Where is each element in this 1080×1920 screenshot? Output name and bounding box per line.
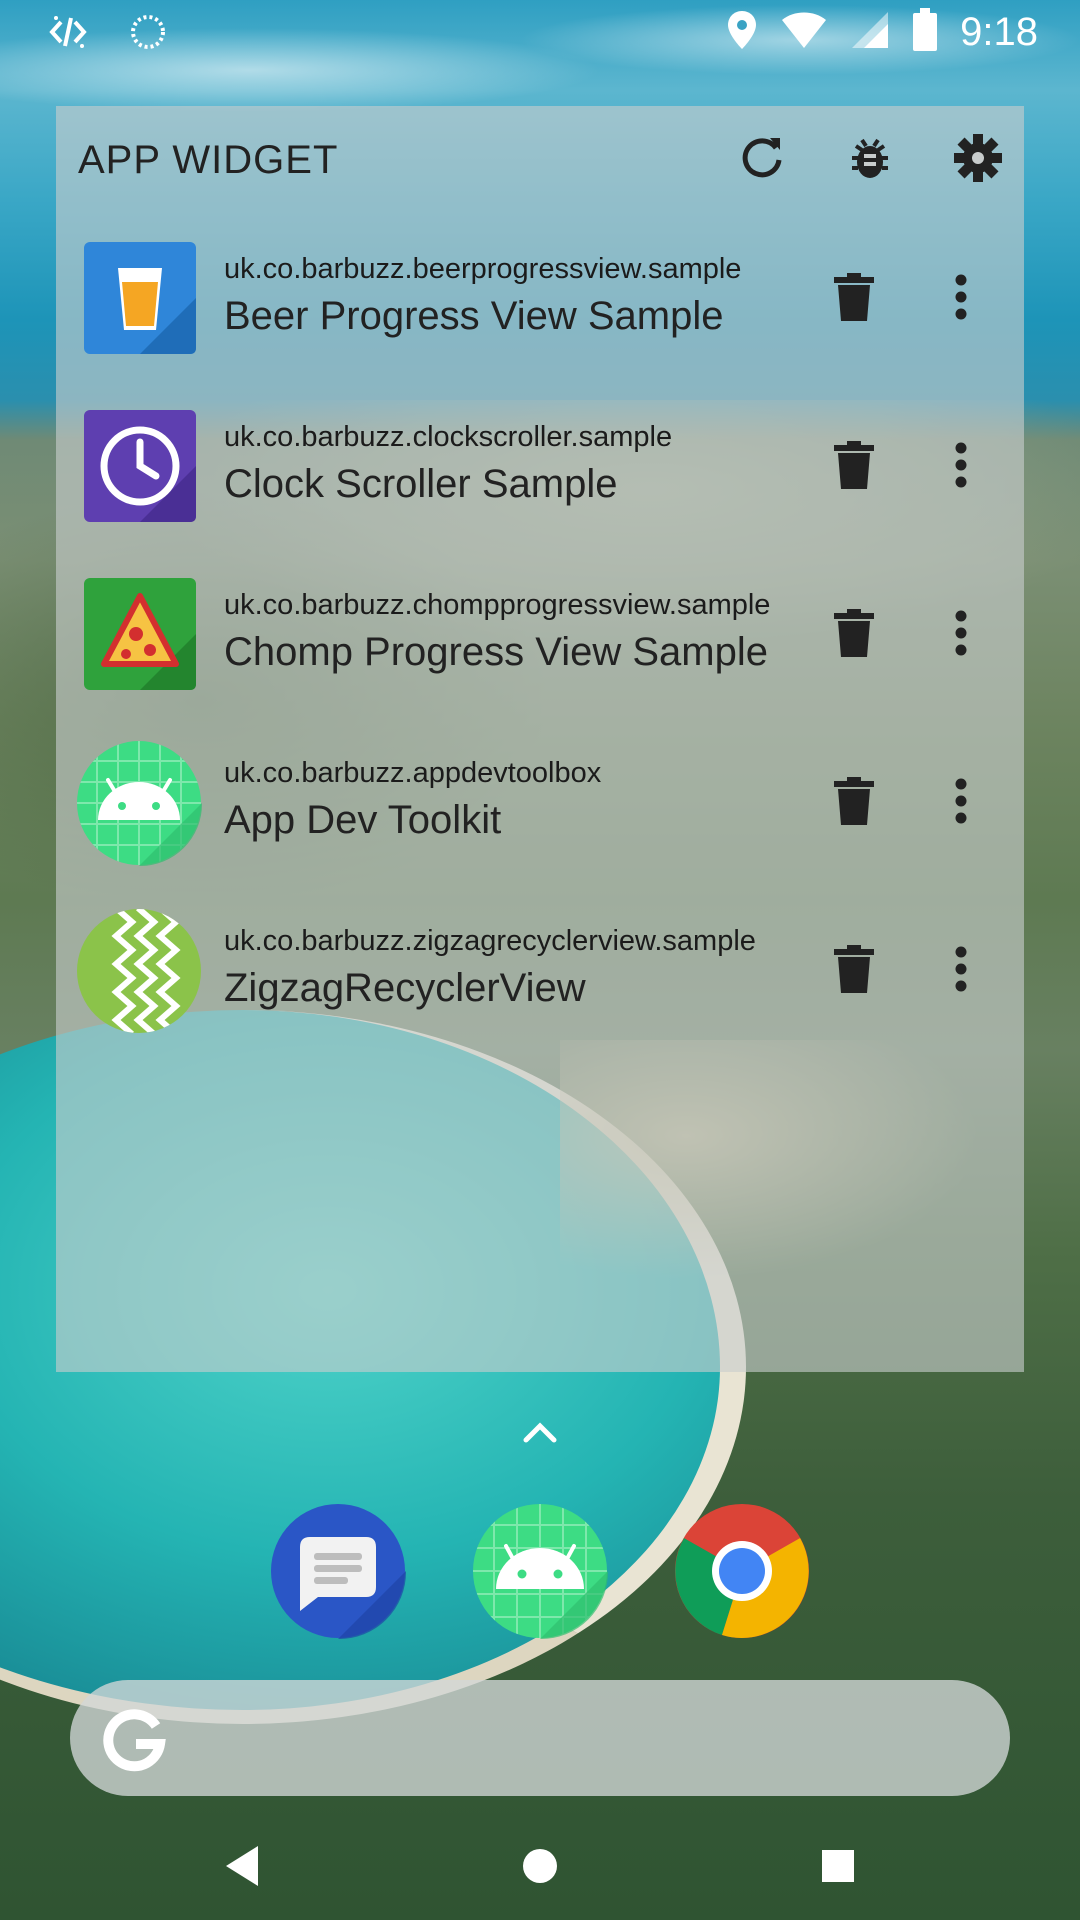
app-row-toolkit[interactable]: uk.co.barbuzz.appdevtoolbox App Dev Tool… — [56, 720, 1024, 888]
app-widget: APP WIDGET uk.co.barbuzz.beerprogressvie… — [56, 106, 1024, 1372]
recents-icon — [820, 1848, 856, 1888]
app-drawer-handle[interactable] — [516, 1414, 564, 1450]
app-name: Chomp Progress View Sample — [224, 630, 768, 674]
trash-icon — [834, 441, 874, 493]
zigzag-icon — [76, 908, 202, 1034]
more-options-button[interactable] — [936, 264, 986, 334]
back-button[interactable] — [212, 1838, 272, 1898]
google-search-bar[interactable] — [70, 1680, 1010, 1796]
chrome-icon — [674, 1504, 810, 1643]
status-bar: 9:18 — [0, 0, 1080, 63]
app-package: uk.co.barbuzz.clockscroller.sample — [224, 421, 673, 453]
app-package: uk.co.barbuzz.zigzagrecyclerview.sample — [224, 925, 756, 957]
app-row-chomp[interactable]: uk.co.barbuzz.chompprogressview.sample C… — [56, 552, 1024, 720]
more-vert-icon — [954, 610, 968, 660]
more-options-button[interactable] — [936, 600, 986, 670]
home-button[interactable] — [510, 1838, 570, 1898]
app-row-clock[interactable]: uk.co.barbuzz.clockscroller.sample Clock… — [56, 384, 1024, 552]
delete-button[interactable] — [824, 432, 884, 502]
trash-icon — [834, 609, 874, 661]
home-screen: 9:18 APP WIDGET uk.co.barbuzz.beerprogre… — [0, 0, 1080, 1920]
more-options-button[interactable] — [936, 768, 986, 838]
android-icon — [76, 740, 203, 867]
more-vert-icon — [954, 946, 968, 996]
messages-icon — [270, 1504, 407, 1643]
dock-app-dev-toolkit[interactable] — [472, 1503, 609, 1640]
more-vert-icon — [954, 442, 968, 492]
widget-title: APP WIDGET — [78, 138, 339, 182]
chevron-up-icon — [516, 1422, 564, 1454]
clock-icon — [84, 410, 196, 522]
app-row-beer[interactable]: uk.co.barbuzz.beerprogressview.sample Be… — [56, 216, 1024, 384]
beer-icon — [84, 242, 196, 354]
bug-icon — [846, 134, 894, 186]
navigation-bar — [0, 1810, 1080, 1920]
app-name: Clock Scroller Sample — [224, 462, 618, 506]
trash-icon — [834, 273, 874, 325]
location-icon — [726, 9, 758, 55]
delete-button[interactable] — [824, 264, 884, 334]
android-toolkit-icon — [472, 1504, 609, 1643]
widget-header: APP WIDGET — [56, 106, 1024, 216]
more-options-button[interactable] — [936, 936, 986, 1006]
pizza-icon — [84, 578, 196, 690]
refresh-icon — [738, 134, 786, 186]
app-package: uk.co.barbuzz.chompprogressview.sample — [224, 589, 771, 621]
app-name: App Dev Toolkit — [224, 798, 502, 842]
dock-messages[interactable] — [270, 1503, 407, 1640]
refresh-button[interactable] — [734, 132, 790, 188]
recents-button[interactable] — [808, 1838, 868, 1898]
delete-button[interactable] — [824, 600, 884, 670]
sync-icon — [128, 12, 168, 56]
gear-icon — [952, 132, 1004, 188]
trash-icon — [834, 777, 874, 829]
dev-code-icon — [48, 12, 88, 56]
trash-icon — [834, 945, 874, 997]
more-vert-icon — [954, 274, 968, 324]
dock-chrome[interactable] — [674, 1503, 810, 1639]
battery-icon — [912, 8, 938, 56]
back-icon — [222, 1844, 262, 1892]
settings-button[interactable] — [950, 132, 1006, 188]
app-name: Beer Progress View Sample — [224, 294, 724, 338]
home-icon — [520, 1846, 560, 1890]
more-options-button[interactable] — [936, 432, 986, 502]
app-row-zigzag[interactable]: uk.co.barbuzz.zigzagrecyclerview.sample … — [56, 888, 1024, 1056]
app-package: uk.co.barbuzz.beerprogressview.sample — [224, 253, 742, 285]
debug-button[interactable] — [842, 132, 898, 188]
app-package: uk.co.barbuzz.appdevtoolbox — [224, 757, 602, 789]
signal-icon — [850, 10, 890, 54]
google-g-icon — [100, 1704, 168, 1772]
delete-button[interactable] — [824, 936, 884, 1006]
status-clock: 9:18 — [960, 9, 1038, 54]
wifi-icon — [780, 10, 828, 54]
app-name: ZigzagRecyclerView — [224, 966, 586, 1010]
more-vert-icon — [954, 778, 968, 828]
delete-button[interactable] — [824, 768, 884, 838]
